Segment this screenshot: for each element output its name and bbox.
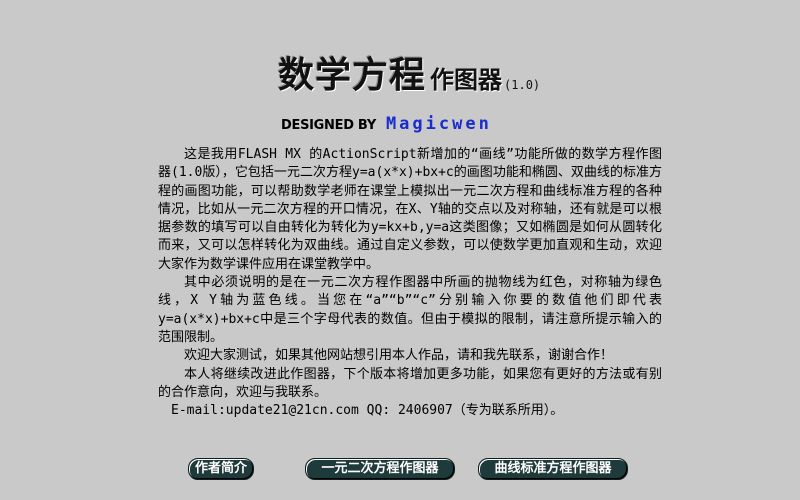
title-sub: 作图器 xyxy=(430,66,503,94)
description-paragraph: 欢迎大家测试，如果其他网站想引用本人作品，请和我先联系，谢谢合作！ xyxy=(184,348,614,364)
credit-line: DESIGNED BY Magicwen xyxy=(281,114,492,134)
curve-plotter-button[interactable]: 曲线标准方程作图器 xyxy=(478,458,628,480)
description-block: 这是我用FLASH MX 的ActionScript新增加的“画线”功能所做的数… xyxy=(158,146,662,420)
description-paragraph: 这是我用FLASH MX 的ActionScript新增加的“画线”功能所做的数… xyxy=(158,147,662,272)
version-label: (1.0) xyxy=(504,78,541,92)
credit-prefix: DESIGNED BY xyxy=(281,118,376,133)
app-title: 数学方程 作图器 (1.0) xyxy=(278,56,540,96)
description-paragraph: 其中必须说明的是在一元二次方程作图器中所画的抛物线为红色，对称轴为绿色线，X Y… xyxy=(158,275,662,345)
author-intro-button[interactable]: 作者简介 xyxy=(188,458,254,480)
contact-info: E-mail:update21@21cn.com QQ: 2406907（专为联… xyxy=(171,403,564,419)
description-paragraph: 本人将继续改进此作图器，下个版本将增加更多功能，如果您有更好的方法或有别的合作意… xyxy=(158,366,662,400)
quadratic-plotter-button[interactable]: 一元二次方程作图器 xyxy=(305,458,455,480)
button-bar: 作者简介 一元二次方程作图器 曲线标准方程作图器 xyxy=(0,458,800,480)
credit-author: Magicwen xyxy=(385,114,492,134)
title-main: 数学方程 xyxy=(278,55,427,96)
